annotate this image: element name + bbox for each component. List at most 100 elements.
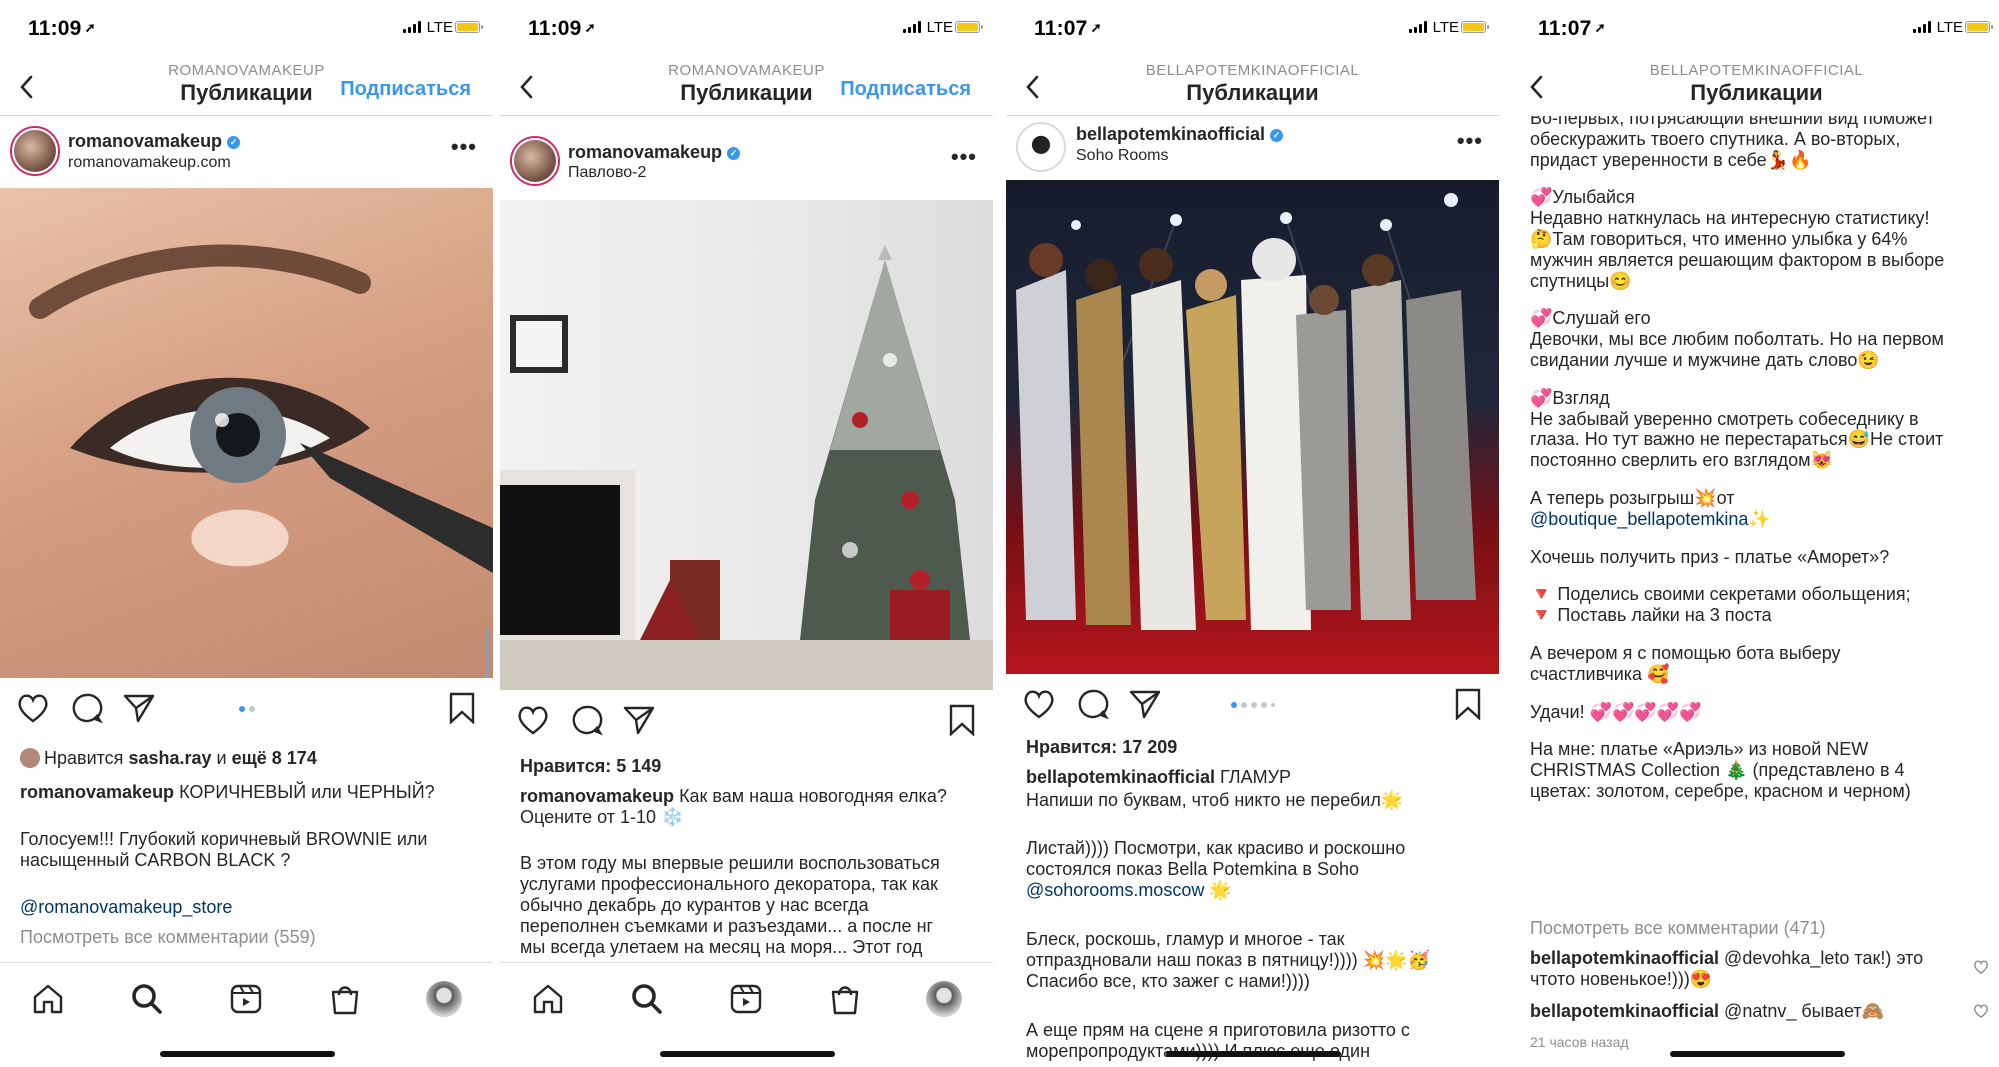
more-icon[interactable]: ••• — [951, 144, 977, 170]
post-location[interactable]: Павлово-2 — [568, 164, 646, 182]
caption-line: 🔻 Поделись своими секретами обольщения; — [1530, 584, 1911, 605]
caption-line: 🤔Там говориться, что именно улыбка у 64% — [1530, 228, 1908, 249]
signal-icon — [1409, 21, 1427, 33]
view-comments-link[interactable]: Посмотреть все комментарии (471) — [1530, 918, 1987, 939]
share-icon[interactable] — [622, 704, 656, 736]
likes-count[interactable]: ещё 8 174 — [232, 748, 317, 768]
mention-link[interactable]: @sohorooms.moscow 🌟 — [1026, 880, 1483, 901]
network-label: LTE — [926, 19, 953, 36]
mention-link[interactable]: @romanovamakeup_store — [20, 897, 477, 918]
post-header: bellapotemkinaofficial ✓ Soho Rooms ••• — [1006, 116, 1499, 180]
comment: bellapotemkinaofficial @devohka_leto так… — [1530, 948, 1924, 968]
caption-line: мужчин является решающим фактором в выбо… — [1530, 249, 1945, 270]
profile-icon[interactable] — [926, 981, 962, 1017]
follow-button[interactable]: Подписаться — [340, 78, 471, 101]
nav-title: Публикации — [1690, 80, 1823, 105]
status-time: 11:07 ➚ — [1538, 17, 1606, 40]
caption-line: 💞Слушай его — [1530, 308, 1651, 329]
comment-continued: чтото новенькое!)))😍 — [1530, 969, 1713, 989]
profile-icon[interactable] — [426, 981, 462, 1017]
reels-icon[interactable] — [728, 981, 764, 1017]
comment-like-heart-icon[interactable] — [1973, 959, 1989, 975]
caption-line: На мне: платье «Ариэль» из новой NEW — [1530, 739, 1869, 760]
post-website[interactable]: romanovamakeup.com — [68, 154, 231, 172]
caption-line: А еще прям на сцене я приготовила ризотт… — [1026, 1020, 1410, 1040]
search-icon[interactable] — [629, 981, 665, 1017]
caption-line: услугами профессионального декоратора, т… — [520, 874, 938, 894]
eye-makeup-image — [29, 244, 493, 573]
avatar[interactable] — [10, 126, 60, 176]
caption-username[interactable]: romanovamakeup — [520, 786, 674, 806]
comment-username[interactable]: bellapotemkinaofficial — [1530, 1001, 1719, 1021]
bookmark-icon[interactable] — [945, 704, 979, 736]
comment-username[interactable]: bellapotemkinaofficial — [1530, 948, 1719, 968]
status-time: 11:07 ➚ — [1034, 17, 1102, 40]
mention-link[interactable]: @boutique_bellapotemkina✨ — [1530, 509, 1987, 530]
caption-line: 💞Взгляд — [1530, 387, 1610, 408]
heart-icon[interactable] — [516, 704, 550, 736]
share-icon[interactable] — [122, 692, 156, 724]
caption-line — [1530, 291, 1987, 308]
caption-body: Во-первых, потрясающий внешний вид помож… — [1510, 116, 1999, 1067]
comment-like-heart-icon[interactable] — [1973, 1003, 1989, 1019]
post-username[interactable]: romanovamakeup ✓ — [68, 131, 241, 152]
reels-icon[interactable] — [228, 981, 264, 1017]
more-icon[interactable]: ••• — [451, 134, 477, 160]
caption-line — [1530, 170, 1987, 187]
screen-4: 11:07 ➚ LTE BELLAPOTEMKINAOFFICIAL Публик… — [1510, 0, 1999, 1067]
fashion-show-image — [1016, 193, 1476, 630]
liker-username[interactable]: sasha.ray — [128, 748, 211, 768]
status-time: 11:09 ➚ — [28, 17, 96, 40]
avatar[interactable] — [510, 136, 560, 186]
follow-button[interactable]: Подписаться — [840, 78, 971, 101]
bookmark-icon[interactable] — [445, 692, 479, 724]
post-photo[interactable] — [500, 200, 993, 690]
comment-icon[interactable] — [570, 704, 604, 736]
heart-icon[interactable] — [1022, 688, 1056, 720]
bookmark-icon[interactable] — [1451, 688, 1485, 720]
home-icon[interactable] — [530, 981, 566, 1017]
post-photo[interactable] — [0, 188, 493, 678]
search-icon[interactable] — [129, 981, 165, 1017]
post-photo[interactable] — [1006, 180, 1499, 674]
post-username[interactable]: bellapotemkinaofficial ✓ — [1076, 124, 1284, 145]
more-icon[interactable]: ••• — [1457, 128, 1483, 154]
caption-line: свидании лучше и мужчине дать слово😉 — [1530, 349, 1880, 370]
screen-1: 11:09 ➚ LTE ROMANOVAMAKEUP Публикации Под… — [0, 0, 493, 1067]
timestamp: 21 часов назад — [1530, 1034, 1629, 1050]
post-header: romanovamakeup ✓ romanovamakeup.com ••• — [0, 116, 493, 188]
caption-username[interactable]: romanovamakeup — [20, 782, 174, 802]
caption-line: В этом году мы впервые решили воспользов… — [520, 853, 940, 873]
caption-line: Оцените от 1-10 ❄️ — [520, 807, 684, 827]
tab-bar — [500, 962, 993, 1067]
home-icon[interactable] — [30, 981, 66, 1017]
comment-icon[interactable] — [70, 692, 104, 724]
screen-2: 11:09 ➚ LTE ROMANOVAMAKEUP Публикации Под… — [500, 0, 993, 1067]
home-indicator — [159, 1051, 335, 1057]
caption-line: Листай)))) Посмотри, как красиво и роско… — [1026, 838, 1406, 858]
comment-icon[interactable] — [1076, 688, 1110, 720]
verified-badge-icon: ✓ — [1270, 129, 1284, 142]
share-icon[interactable] — [1128, 688, 1162, 720]
post-username[interactable]: romanovamakeup ✓ — [568, 142, 741, 163]
caption-line: мы всегда улетаем на месяц на моря... Эт… — [520, 937, 923, 957]
shop-icon[interactable] — [327, 981, 363, 1017]
view-comments-link[interactable]: Посмотреть все комментарии (559) — [20, 927, 477, 948]
caption-username[interactable]: bellapotemkinaofficial — [1026, 767, 1215, 787]
likes-count[interactable]: Нравится: 5 149 — [520, 756, 977, 777]
caption-line: придаст уверенности в себе💃🔥 — [1530, 149, 1812, 170]
avatar[interactable] — [1016, 122, 1066, 172]
heart-icon[interactable] — [16, 692, 50, 724]
shop-icon[interactable] — [827, 981, 863, 1017]
caption-line: Удачи! 💞💞💞💞💞 — [1530, 701, 1702, 722]
caption-line: 💞Улыбайся — [1530, 187, 1635, 208]
network-label: LTE — [1936, 19, 1963, 36]
battery-icon — [1965, 21, 1993, 33]
caption-line: 🔻 Поставь лайки на 3 поста — [1530, 605, 1772, 626]
caption-line: состоялся показ Bella Potemkina в Soho — [1026, 859, 1360, 879]
tab-bar — [0, 962, 493, 1067]
post-location[interactable]: Soho Rooms — [1076, 147, 1169, 165]
likes-count[interactable]: Нравится: 17 209 — [1026, 737, 1483, 758]
caption-line: отпраздновали наш показ в пятницу!)))) 💥… — [1026, 950, 1430, 970]
status-bar: 11:09 ➚ LTE — [500, 0, 993, 60]
